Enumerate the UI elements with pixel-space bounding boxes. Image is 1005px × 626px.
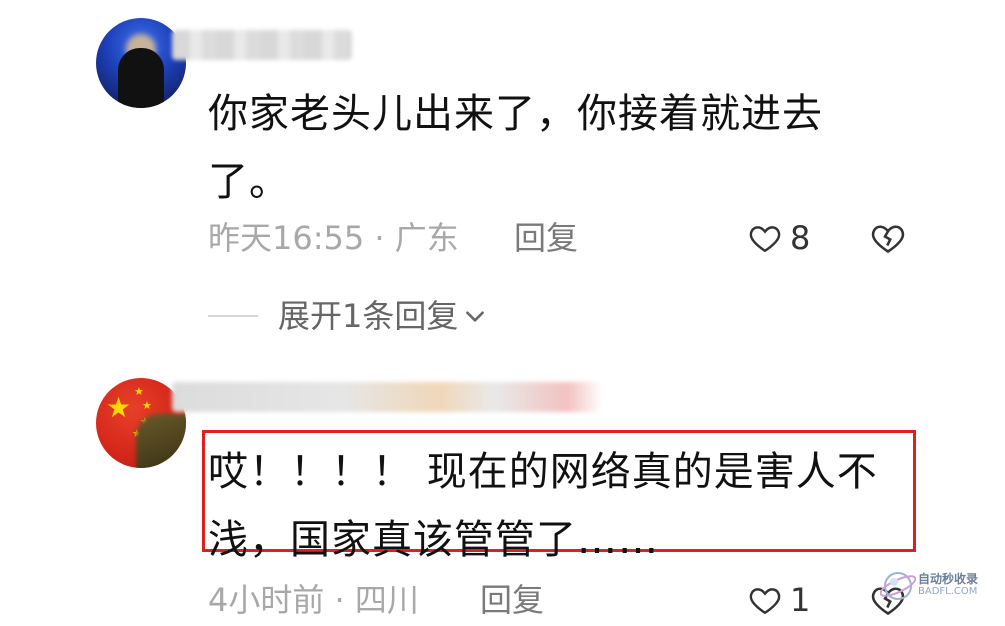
reply-button[interactable]: 回复: [480, 580, 544, 620]
divider: [208, 315, 258, 317]
comment-time: 4小时前: [208, 581, 325, 619]
like-count: 1: [790, 581, 811, 619]
globe-logo-icon: [879, 572, 917, 600]
reply-button[interactable]: 回复: [514, 218, 578, 258]
watermark-logo: 自动秒收录 BADFL.COM: [879, 568, 1000, 608]
expand-replies[interactable]: 展开1条回复: [208, 296, 488, 336]
like-count: 8: [790, 219, 811, 257]
username-blurred[interactable]: [172, 382, 602, 412]
comment-meta: 4小时前 · 四川: [208, 581, 419, 619]
watermark-title: 自动秒收录: [918, 572, 979, 586]
comment-text: 你家老头儿出来了，你接着就进去了。: [208, 91, 823, 205]
watermark-url: BADFL.COM: [918, 586, 978, 597]
heart-outline-icon[interactable]: [748, 583, 782, 617]
expand-replies-label: 展开1条回复: [278, 297, 459, 335]
broken-heart-icon[interactable]: [870, 220, 906, 256]
comment-location: 四川: [354, 581, 419, 619]
comment-meta: 昨天16:55 · 广东: [208, 219, 459, 257]
comment-time: 昨天16:55: [208, 219, 365, 257]
comment-text: 哎！！！！ 现在的网络真的是害人不浅，国家真该管管了……: [208, 449, 878, 563]
heart-outline-icon[interactable]: [748, 221, 782, 255]
comment-location: 广东: [394, 219, 459, 257]
chevron-down-icon: [466, 311, 485, 322]
username-blurred[interactable]: [172, 30, 352, 60]
